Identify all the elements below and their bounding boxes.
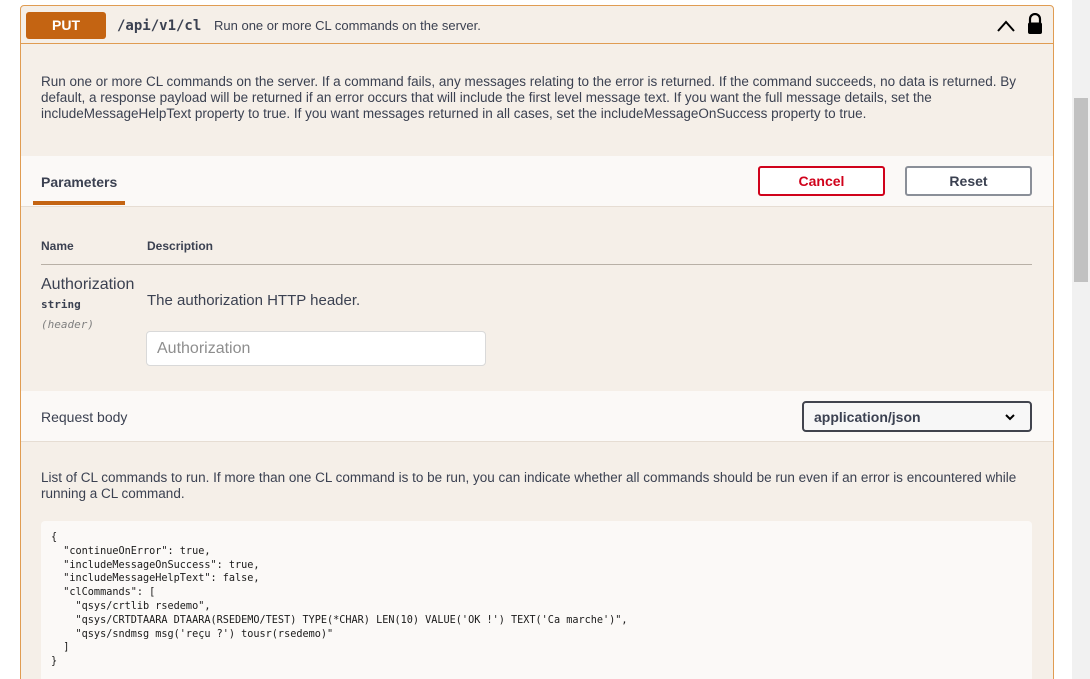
request-body-description: List of CL commands to run. If more than… bbox=[41, 470, 1017, 501]
operation-block: PUT /api/v1/cl Run one or more CL comman… bbox=[20, 5, 1054, 679]
param-description: The authorization HTTP header. bbox=[147, 292, 361, 309]
column-header-description: Description bbox=[147, 239, 214, 253]
operation-path: /api/v1/cl bbox=[117, 18, 202, 34]
operation-summary[interactable]: PUT /api/v1/cl Run one or more CL comman… bbox=[21, 6, 1053, 44]
cancel-button[interactable]: Cancel bbox=[758, 166, 885, 196]
param-type: string bbox=[41, 298, 81, 311]
authorization-input[interactable] bbox=[146, 331, 486, 366]
request-body-label: Request body bbox=[41, 409, 128, 425]
lock-icon[interactable] bbox=[1026, 13, 1044, 35]
chevron-down-icon bbox=[1005, 414, 1015, 421]
operation-description: Run one or more CL commands on the serve… bbox=[41, 74, 1016, 121]
request-body-example: { "continueOnError": true, "includeMessa… bbox=[51, 532, 628, 668]
scrollbar-thumb[interactable] bbox=[1074, 98, 1088, 282]
content-type-value: application/json bbox=[814, 409, 921, 425]
request-body-header: Request body application/json bbox=[21, 391, 1053, 442]
param-location: (header) bbox=[41, 318, 94, 331]
reset-button[interactable]: Reset bbox=[905, 166, 1032, 196]
tab-parameters[interactable]: Parameters bbox=[41, 174, 117, 190]
request-body-editor[interactable]: { "continueOnError": true, "includeMessa… bbox=[41, 521, 1032, 679]
table-divider bbox=[41, 264, 1032, 265]
content-type-select[interactable]: application/json bbox=[802, 401, 1032, 432]
column-header-name: Name bbox=[41, 239, 74, 253]
operation-summary-text: Run one or more CL commands on the serve… bbox=[214, 18, 481, 33]
tab-active-indicator bbox=[33, 201, 125, 205]
method-badge: PUT bbox=[26, 12, 106, 39]
chevron-up-icon[interactable] bbox=[996, 19, 1016, 33]
parameters-header: Parameters Cancel Reset bbox=[21, 156, 1053, 207]
param-name: Authorization bbox=[41, 276, 135, 293]
